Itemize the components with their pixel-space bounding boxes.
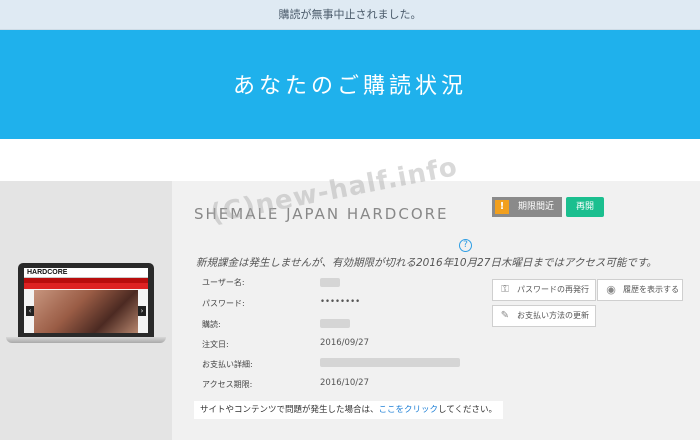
- warning-icon: !: [495, 200, 509, 214]
- show-history-button[interactable]: ◉ 履歴を表示する: [597, 279, 683, 301]
- password-value: ••••••••: [320, 297, 361, 307]
- subscription-panel: HARDCORE ‹ › SHEMALE JAPAN HARDCORE ! 期限…: [0, 181, 700, 440]
- site-logo: HARDCORE: [27, 269, 68, 276]
- chevron-right-icon: ›: [138, 306, 146, 316]
- order-date-label: 注文日:: [202, 340, 229, 349]
- expiry-status-label: 期限間近: [518, 202, 555, 212]
- lock-icon: ⚿: [501, 284, 509, 295]
- screen-header: HARDCORE: [24, 268, 148, 278]
- reissue-password-button[interactable]: ⚿ パスワードの再発行: [492, 279, 596, 301]
- support-help-suffix: してください。: [438, 405, 498, 415]
- laptop-screen: HARDCORE ‹ ›: [24, 268, 148, 333]
- hero-banner: あなたのご購読状況: [0, 30, 700, 139]
- expiry-status-badge: ! 期限間近: [492, 197, 562, 217]
- username-value: [320, 278, 340, 287]
- subscription-label: 購読:: [202, 320, 221, 329]
- site-thumbnail[interactable]: HARDCORE ‹ ›: [6, 263, 166, 345]
- expiry-note: 新規課金は発生しませんが、有効期限が切れる2016年10月27日木曜日まではアク…: [196, 257, 657, 269]
- support-link[interactable]: ここをクリック: [379, 405, 439, 415]
- help-icon[interactable]: ?: [459, 239, 472, 252]
- laptop-base: [6, 337, 166, 343]
- site-thumbnail-area: HARDCORE ‹ ›: [0, 181, 172, 440]
- renew-button[interactable]: 再開: [566, 197, 604, 217]
- update-payment-label: お支払い方法の更新: [517, 311, 589, 320]
- payment-details-value: [320, 358, 460, 367]
- order-date-value: 2016/09/27: [320, 338, 369, 348]
- update-payment-button[interactable]: ✎ お支払い方法の更新: [492, 305, 596, 327]
- screen-preview-image: [34, 290, 138, 333]
- access-expiry-value: 2016/10/27: [320, 378, 369, 388]
- screen-banner: [24, 283, 148, 289]
- edit-icon: ✎: [500, 310, 510, 321]
- chevron-left-icon: ‹: [26, 306, 34, 316]
- password-label: パスワード:: [202, 299, 245, 308]
- payment-details-label: お支払い詳細:: [202, 360, 253, 369]
- subscription-page: 購読が無事中止されました。 あなたのご購読状況 HARDCORE ‹ › SHE…: [0, 0, 700, 440]
- cancellation-notice: 購読が無事中止されました。: [0, 0, 700, 30]
- cancellation-notice-text: 購読が無事中止されました。: [278, 8, 422, 21]
- show-history-label: 履歴を表示する: [623, 285, 679, 294]
- access-expiry-label: アクセス期限:: [202, 380, 253, 389]
- eye-icon: ◉: [606, 283, 616, 296]
- support-help-line: サイトやコンテンツで問題が発生した場合は、ここをクリックしてください。: [194, 401, 504, 419]
- page-title: あなたのご購読状況: [232, 74, 467, 99]
- reissue-password-label: パスワードの再発行: [517, 285, 589, 294]
- subscription-value: [320, 319, 350, 328]
- username-label: ユーザー名:: [202, 278, 245, 287]
- laptop-lid: HARDCORE ‹ ›: [18, 263, 154, 337]
- support-help-prefix: サイトやコンテンツで問題が発生した場合は、: [200, 405, 379, 415]
